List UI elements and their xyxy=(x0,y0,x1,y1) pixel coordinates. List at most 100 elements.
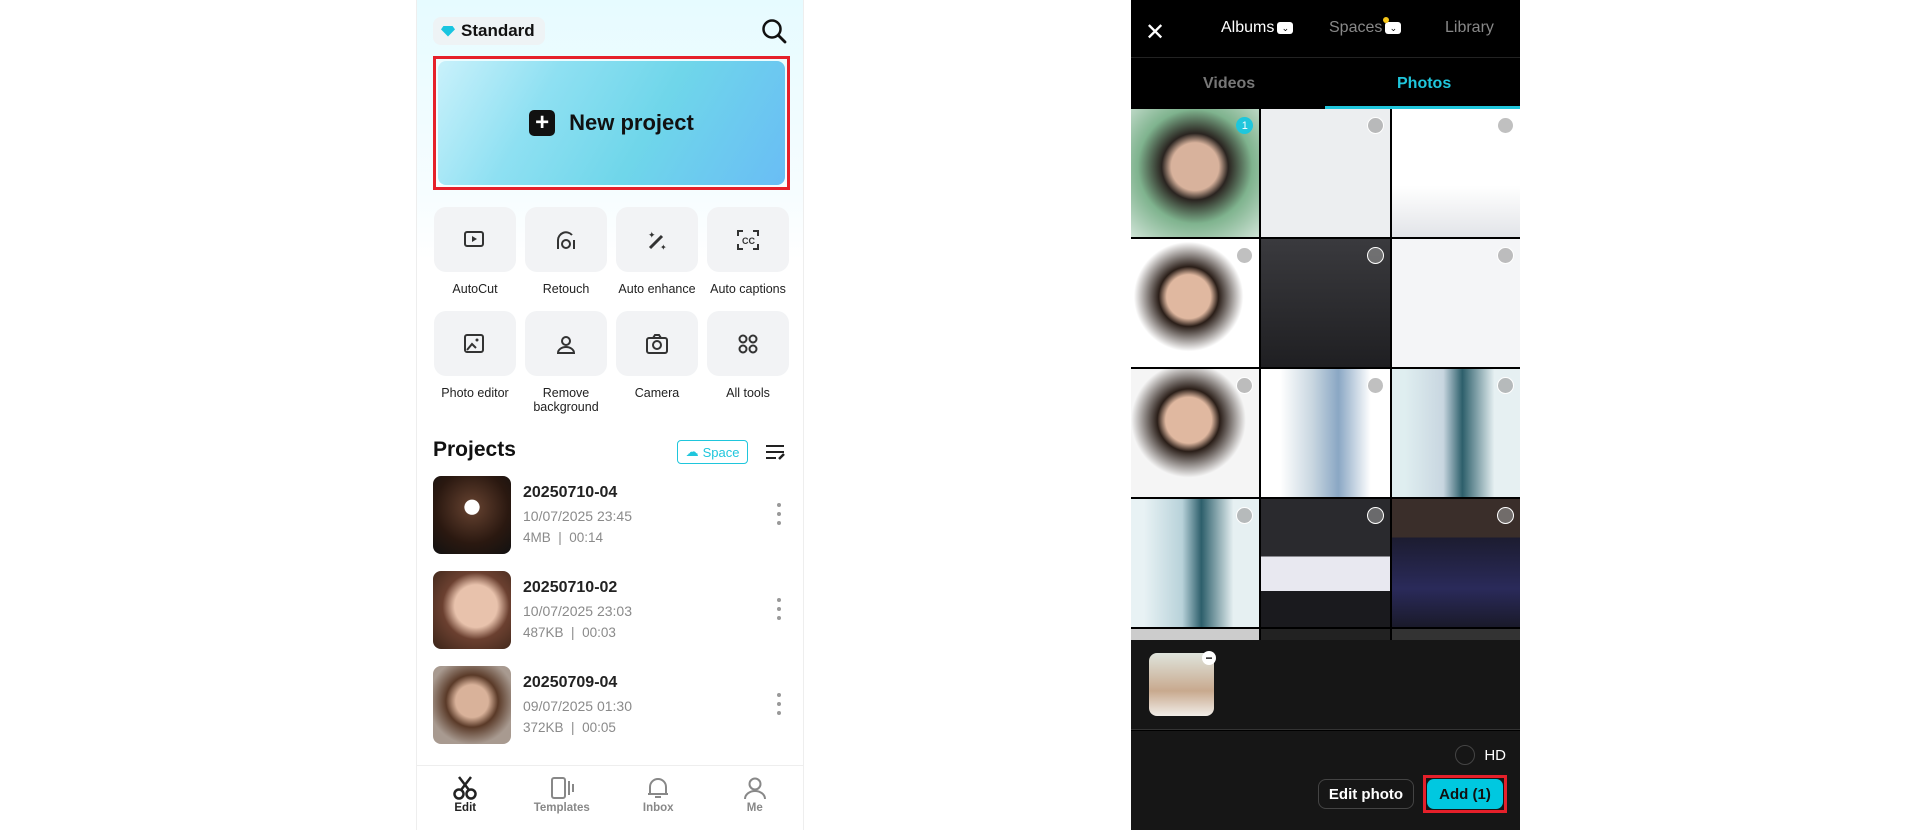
nav-templates[interactable]: Templates xyxy=(514,766,611,830)
photo-thumbnail[interactable] xyxy=(1261,239,1390,367)
tool-camera[interactable]: Camera xyxy=(616,311,698,400)
select-circle[interactable] xyxy=(1236,247,1254,264)
tool-label: All tools xyxy=(726,386,770,400)
selected-photo-thumbnail[interactable]: − xyxy=(1149,651,1216,716)
scissors-icon xyxy=(453,776,477,800)
photo-thumbnail[interactable] xyxy=(1131,369,1260,497)
select-circle[interactable] xyxy=(1366,247,1384,264)
plus-icon: + xyxy=(529,110,556,136)
project-meta: 372KB | 00:05 xyxy=(523,720,616,735)
select-circle[interactable] xyxy=(1496,377,1514,394)
photo-thumbnail[interactable]: 1 xyxy=(1131,109,1260,237)
select-circle[interactable] xyxy=(1496,117,1514,134)
more-options-icon[interactable] xyxy=(775,598,783,620)
tool-label: Auto enhance xyxy=(618,282,696,296)
hd-toggle[interactable]: HD xyxy=(1455,745,1506,765)
cloud-icon: ☁ xyxy=(685,444,699,459)
photo-edit-icon xyxy=(464,333,484,353)
more-options-icon[interactable] xyxy=(775,503,783,525)
nav-inbox[interactable]: Inbox xyxy=(610,766,707,830)
new-project-button[interactable]: + New project xyxy=(433,56,790,190)
sort-edit-icon[interactable] xyxy=(765,443,787,461)
home-screen: Standard + New project AutoCut Retouch ✦ ✦… xyxy=(416,0,804,830)
project-meta: 487KB | 00:03 xyxy=(523,625,616,640)
photo-thumbnail[interactable] xyxy=(1261,629,1390,640)
space-button[interactable]: ☁ Space xyxy=(677,440,748,464)
plan-badge[interactable]: Standard xyxy=(433,17,545,45)
tool-auto-captions[interactable]: CC Auto captions xyxy=(707,207,789,296)
select-circle[interactable] xyxy=(1496,507,1514,524)
photo-thumbnail[interactable] xyxy=(1131,499,1260,627)
media-tabs: Videos Photos xyxy=(1131,57,1520,109)
selected-badge[interactable]: 1 xyxy=(1236,117,1254,134)
diamond-icon xyxy=(441,25,455,37)
project-thumbnail xyxy=(433,476,511,554)
tab-spaces[interactable]: Spaces ⌄ xyxy=(1329,17,1402,37)
tool-remove-background[interactable]: Remove background xyxy=(525,311,607,414)
search-icon[interactable] xyxy=(761,18,787,44)
project-thumbnail xyxy=(433,666,511,744)
select-circle[interactable] xyxy=(1236,377,1254,394)
close-icon[interactable]: ✕ xyxy=(1145,18,1165,47)
radio-icon xyxy=(1455,745,1476,765)
tab-albums[interactable]: Albums ⌄ xyxy=(1221,19,1294,37)
tool-retouch[interactable]: Retouch xyxy=(525,207,607,296)
tool-autocut[interactable]: AutoCut xyxy=(434,207,516,296)
project-name: 20250710-04 xyxy=(523,484,618,501)
select-circle[interactable] xyxy=(1366,117,1384,134)
svg-text:CC: CC xyxy=(742,236,755,246)
tool-label: Auto captions xyxy=(710,282,786,296)
project-row[interactable]: 20250709-04 09/07/2025 01:30 372KB | 00:05 xyxy=(433,666,793,744)
photo-thumbnail[interactable] xyxy=(1391,499,1520,627)
photo-thumbnail[interactable] xyxy=(1391,369,1520,497)
remove-icon[interactable]: − xyxy=(1202,651,1216,665)
select-circle[interactable] xyxy=(1236,507,1254,524)
templates-icon xyxy=(550,777,574,799)
tab-photos[interactable]: Photos xyxy=(1397,75,1451,93)
tool-photo-editor[interactable]: Photo editor xyxy=(434,311,516,400)
plan-label: Standard xyxy=(461,21,535,40)
tool-label: Camera xyxy=(634,386,680,400)
bell-icon xyxy=(648,778,669,798)
select-circle[interactable] xyxy=(1366,507,1384,524)
space-label: Space xyxy=(702,444,740,460)
nav-edit[interactable]: Edit xyxy=(417,766,514,830)
nav-me[interactable]: Me xyxy=(707,766,804,830)
project-date: 09/07/2025 01:30 xyxy=(523,698,632,714)
svg-text:✦: ✦ xyxy=(648,230,656,240)
projects-heading: Projects xyxy=(433,438,516,461)
project-row[interactable]: 20250710-02 10/07/2025 23:03 487KB | 00:03 xyxy=(433,571,793,649)
chevron-down-icon: ⌄ xyxy=(1277,22,1294,34)
tool-label: Retouch xyxy=(542,282,590,296)
project-meta: 4MB | 00:14 xyxy=(523,530,604,545)
tool-auto-enhance[interactable]: ✦ ✦ Auto enhance xyxy=(616,207,698,296)
photo-thumbnail[interactable] xyxy=(1261,369,1390,497)
person-icon xyxy=(743,777,766,800)
edit-photo-button[interactable]: Edit photo xyxy=(1318,779,1414,809)
project-row[interactable]: 20250710-04 10/07/2025 23:45 4MB | 00:14 xyxy=(433,476,793,554)
project-date: 10/07/2025 23:03 xyxy=(523,603,632,619)
photo-grid: 1 xyxy=(1131,109,1520,640)
tab-library[interactable]: Library xyxy=(1445,19,1494,37)
bottom-nav: Edit Templates Inbox Me xyxy=(417,765,803,830)
select-circle[interactable] xyxy=(1366,377,1384,394)
autocut-icon xyxy=(464,230,484,247)
photo-thumbnail[interactable] xyxy=(1391,109,1520,237)
photo-thumbnail[interactable] xyxy=(1391,239,1520,367)
tool-all-tools[interactable]: All tools xyxy=(707,311,789,400)
add-button-highlight: Add (1) xyxy=(1423,775,1507,813)
tool-label: AutoCut xyxy=(452,282,498,296)
tab-videos[interactable]: Videos xyxy=(1203,75,1255,93)
photo-thumbnail[interactable] xyxy=(1261,109,1390,237)
magic-wand-icon: ✦✦ xyxy=(648,230,667,251)
project-thumbnail xyxy=(433,571,511,649)
photo-thumbnail[interactable] xyxy=(1131,239,1260,367)
selected-strip: − xyxy=(1131,640,1520,730)
photo-thumbnail[interactable] xyxy=(1131,629,1260,640)
more-options-icon[interactable] xyxy=(775,693,783,715)
select-circle[interactable] xyxy=(1496,247,1514,264)
svg-text:✦: ✦ xyxy=(660,243,667,251)
photo-thumbnail[interactable] xyxy=(1391,629,1520,640)
add-button[interactable]: Add (1) xyxy=(1427,779,1503,809)
photo-thumbnail[interactable] xyxy=(1261,499,1390,627)
